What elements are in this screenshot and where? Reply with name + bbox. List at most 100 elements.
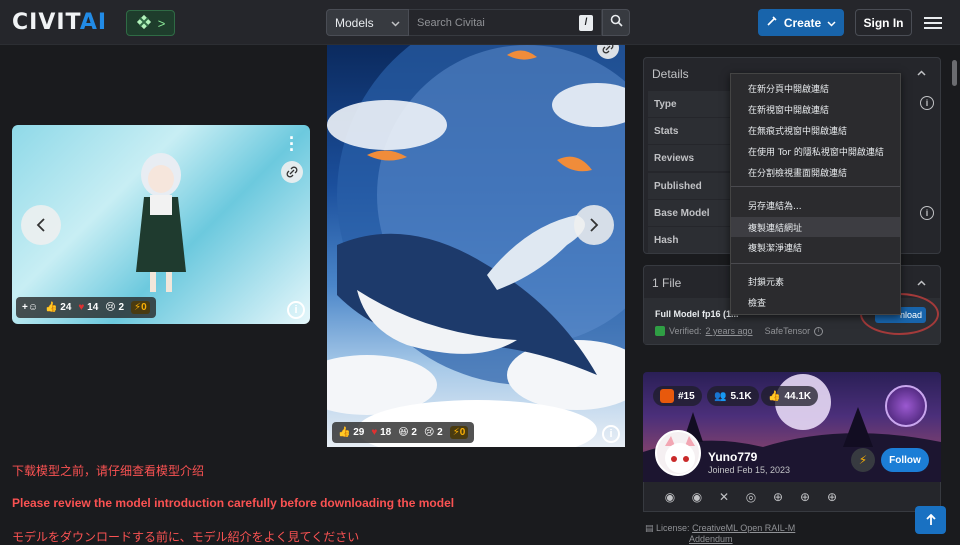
info-icon[interactable]: i <box>602 425 620 443</box>
buzz-tip-button[interactable]: ⚡0 <box>449 426 469 439</box>
notice-english: Please review the model introduction car… <box>12 496 455 510</box>
gallery-image-1[interactable]: · · · +☺ 👍 24 ♥ 14 😢 2 ⚡0 i <box>12 125 310 324</box>
buzz-count: 0 <box>141 302 147 313</box>
menu-inspect[interactable]: 檢查 <box>731 292 900 312</box>
arrow-up-icon <box>925 514 936 525</box>
cry-reaction[interactable]: 😢 2 <box>105 302 124 313</box>
notice-japanese: モデルをダウンロードする前に、モデル紹介をよく見てください <box>12 530 360 544</box>
add-reaction-icon[interactable]: +☺ <box>22 302 38 313</box>
type-info-icon[interactable]: i <box>920 96 934 110</box>
creator-avatar[interactable] <box>655 430 701 476</box>
thumbs-up-icon: 👍 <box>768 390 781 402</box>
buzz-tip-button[interactable]: ⚡0 <box>131 301 150 314</box>
menu-open-new-window[interactable]: 在新視窗中開啟連結 <box>731 99 900 119</box>
license-prefix: License: <box>656 523 690 533</box>
files-title[interactable]: 1 File <box>652 276 681 290</box>
creator-joined: Joined Feb 15, 2023 <box>708 465 791 475</box>
heart-count: 18 <box>380 427 392 438</box>
chevron-up-icon[interactable] <box>917 68 926 79</box>
create-button[interactable]: Create <box>758 9 844 36</box>
license-info: ▤ License: CreativeML Open RAIL-M Addend… <box>645 523 795 544</box>
search-scope-select[interactable]: Models <box>326 9 409 36</box>
chevron-right-icon: > <box>157 15 166 31</box>
search-icon <box>610 14 623 32</box>
search-button[interactable] <box>602 9 630 36</box>
info-icon[interactable]: i <box>814 326 824 336</box>
creator-badge-icon <box>885 385 927 427</box>
creator-card: #15 👥 5.1K 👍 44.1K Yuno779 Joined Feb 15… <box>643 372 941 482</box>
whale-sky-illustration <box>327 45 625 447</box>
rank-value: #15 <box>678 390 695 402</box>
tip-buzz-button[interactable]: ⚡ <box>851 448 875 472</box>
laugh-reaction[interactable]: 😆 2 <box>398 427 417 438</box>
discord-icon[interactable]: ◉ <box>662 489 678 505</box>
more-options-icon[interactable]: · · · <box>289 129 295 159</box>
globe-icon[interactable]: ⊕ <box>824 489 840 505</box>
sign-in-button[interactable]: Sign In <box>855 9 912 36</box>
details-title[interactable]: Details <box>652 67 689 81</box>
link-icon[interactable] <box>281 161 303 183</box>
scroll-to-top-button[interactable] <box>915 506 946 534</box>
license-icon: ▤ <box>645 523 654 533</box>
menu-copy-clean-link[interactable]: 複製潔淨連結 <box>731 237 900 257</box>
detail-row-published: Published <box>648 173 730 199</box>
cry-reaction[interactable]: 😢 2 <box>424 427 443 438</box>
rank-badge: #15 <box>653 386 702 406</box>
detail-row-type: Type <box>648 91 730 117</box>
civitai-logo[interactable]: CIVITAI <box>12 10 107 35</box>
search-input[interactable]: Search Civitai / <box>409 9 602 36</box>
license-addendum[interactable]: Addendum <box>645 534 795 544</box>
base-model-info-icon[interactable]: i <box>920 206 934 220</box>
github-icon[interactable]: ◎ <box>743 489 759 505</box>
next-image-button[interactable] <box>574 205 614 245</box>
follow-button[interactable]: Follow <box>881 448 929 472</box>
chevron-left-icon <box>36 218 45 232</box>
search-shortcut-key: / <box>579 14 593 31</box>
menu-save-link-as[interactable]: 另存連結為... <box>731 195 900 215</box>
verified-status: Verified: 2 years ago SafeTensor i <box>655 326 824 336</box>
verified-time[interactable]: 2 years ago <box>706 326 753 336</box>
creator-name[interactable]: Yuno779 <box>708 450 757 464</box>
reaction-bar: 👍 29 ♥ 18 😆 2 😢 2 ⚡0 <box>332 422 475 443</box>
event-icon <box>136 14 152 33</box>
chevron-right-icon <box>590 218 599 232</box>
discord-icon[interactable]: ◉ <box>689 489 705 505</box>
globe-icon[interactable]: ⊕ <box>770 489 786 505</box>
safetensor-label: SafeTensor <box>764 326 811 336</box>
info-icon[interactable]: i <box>287 301 305 319</box>
heart-reaction[interactable]: ♥ 14 <box>78 302 98 313</box>
hamburger-menu-icon[interactable] <box>924 14 942 30</box>
followers-count: 5.1K <box>730 390 752 402</box>
previous-image-button[interactable] <box>21 205 61 245</box>
like-count: 24 <box>60 302 72 313</box>
menu-open-tor-window[interactable]: 在使用 Tor 的隱私視窗中開啟連結 <box>731 141 900 161</box>
chevron-down-icon <box>391 16 400 30</box>
menu-separator <box>731 186 900 187</box>
globe-icon[interactable]: ⊕ <box>797 489 813 505</box>
chevron-down-icon <box>827 16 836 30</box>
menu-open-new-tab[interactable]: 在新分頁中開啟連結 <box>731 78 900 98</box>
create-label: Create <box>783 15 822 30</box>
thumbs-up-reaction[interactable]: 👍 24 <box>45 302 71 313</box>
cry-count: 2 <box>437 427 443 438</box>
menu-copy-link-address[interactable]: 複製連結網址 <box>731 217 900 237</box>
chevron-up-icon[interactable] <box>917 278 926 289</box>
heart-reaction[interactable]: ♥ 18 <box>371 427 391 438</box>
search-placeholder: Search Civitai <box>417 16 485 29</box>
file-name: Full Model fp16 (1... <box>655 309 739 319</box>
license-link[interactable]: CreativeML Open RAIL-M <box>692 523 795 533</box>
menu-open-incognito[interactable]: 在無痕式視窗中開啟連結 <box>731 120 900 140</box>
heart-count: 14 <box>87 302 99 313</box>
detail-row-hash: Hash <box>648 227 730 253</box>
search-scope-value: Models <box>335 15 374 30</box>
event-badge[interactable]: > <box>126 10 175 36</box>
menu-block-element[interactable]: 封鎖元素 <box>731 271 900 291</box>
page-scrollbar[interactable] <box>952 60 957 86</box>
menu-open-split-view[interactable]: 在分割檢視畫面開啟連結 <box>731 162 900 182</box>
gallery-image-2[interactable]: 👍 29 ♥ 18 😆 2 😢 2 ⚡0 i <box>327 45 625 447</box>
anime-girl-illustration <box>136 153 186 292</box>
top-navigation-bar: CIVITAI > Models Search Civitai / Create <box>0 0 960 45</box>
shield-check-icon <box>655 326 665 336</box>
x-icon[interactable]: ✕ <box>716 489 732 505</box>
thumbs-up-reaction[interactable]: 👍 29 <box>338 427 364 438</box>
